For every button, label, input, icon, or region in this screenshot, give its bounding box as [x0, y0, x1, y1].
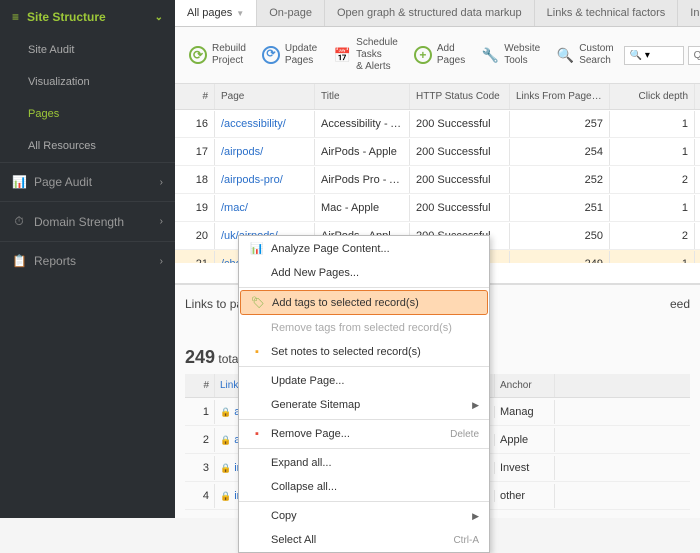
- toolbar: ⟳Rebuild Project ⟳Update Pages 📅Schedule…: [175, 27, 700, 84]
- bottom-panel-extra: eed: [670, 293, 690, 321]
- menu-item-icon: 📊: [249, 242, 265, 255]
- hamburger-icon: ≡: [12, 10, 19, 24]
- submenu-arrow-icon: ▶: [472, 511, 479, 522]
- search-box: [624, 46, 700, 65]
- table-row[interactable]: 17/airpods/AirPods - Apple200 Successful…: [175, 138, 700, 166]
- tabs-bar: All pages▼On-pageOpen graph & structured…: [175, 0, 700, 27]
- context-menu: 📊Analyze Page Content...Add New Pages...…: [238, 235, 490, 553]
- rebuild-icon: ⟳: [189, 46, 207, 64]
- section-icon: 📊: [12, 175, 26, 189]
- menu-item-select-all[interactable]: Select AllCtrl-A: [239, 528, 489, 552]
- tab-on-page[interactable]: On-page: [257, 0, 325, 26]
- table-row[interactable]: 19/mac/Mac - Apple200 Successful2511: [175, 194, 700, 222]
- sidebar-section-domain-strength[interactable]: ⏱Domain Strength›: [0, 201, 175, 241]
- column-header[interactable]: #: [185, 374, 215, 397]
- section-icon: ⏱: [12, 214, 26, 229]
- menu-separator: [239, 287, 489, 288]
- menu-separator: [239, 419, 489, 420]
- page-link[interactable]: /airpods/: [215, 139, 315, 165]
- tab-inlink-rank[interactable]: InLink Rank: [678, 0, 700, 26]
- menu-item-icon: ▪: [249, 346, 265, 358]
- page-link[interactable]: /mac/: [215, 195, 315, 221]
- search-dropdown[interactable]: [624, 46, 684, 65]
- sidebar-item-visualization[interactable]: Visualization: [0, 66, 175, 98]
- chevron-down-icon: ⌄: [155, 12, 163, 23]
- sidebar-header-label: Site Structure: [27, 10, 106, 24]
- search-icon: 🔍: [556, 46, 574, 64]
- quick-filter-input[interactable]: [688, 46, 700, 65]
- sidebar-item-pages[interactable]: Pages: [0, 98, 175, 130]
- chevron-right-icon: ›: [160, 216, 163, 227]
- menu-item-set-notes-to-selected-record-s[interactable]: ▪Set notes to selected record(s): [239, 340, 489, 364]
- column-header[interactable]: Title: [315, 84, 410, 109]
- shortcut-label: Ctrl-A: [453, 535, 479, 546]
- section-icon: 📋: [12, 254, 26, 268]
- menu-item-analyze-page-content[interactable]: 📊Analyze Page Content...: [239, 236, 489, 261]
- website-tools-button[interactable]: 🔧Website Tools: [475, 39, 546, 71]
- menu-separator: [239, 366, 489, 367]
- plus-icon: +: [414, 46, 432, 64]
- menu-item-update-page[interactable]: Update Page...: [239, 369, 489, 393]
- chevron-right-icon: ›: [160, 256, 163, 267]
- page-link[interactable]: /accessibility/: [215, 111, 315, 137]
- sidebar-section-page-audit[interactable]: 📊Page Audit›: [0, 162, 175, 201]
- wrench-icon: 🔧: [481, 46, 499, 64]
- table-row[interactable]: 16/accessibility/Accessibility - Apple20…: [175, 110, 700, 138]
- menu-item-generate-sitemap[interactable]: Generate Sitemap▶: [239, 393, 489, 417]
- menu-item-copy[interactable]: Copy▶: [239, 504, 489, 528]
- sidebar-item-all-resources[interactable]: All Resources: [0, 130, 175, 162]
- chevron-right-icon: ›: [160, 177, 163, 188]
- page-link[interactable]: /airpods-pro/: [215, 167, 315, 193]
- column-header[interactable]: Page: [215, 84, 315, 109]
- sidebar-section-reports[interactable]: 📋Reports›: [0, 241, 175, 280]
- menu-item-expand-all[interactable]: Expand all...: [239, 451, 489, 475]
- column-header[interactable]: Click depth: [610, 84, 695, 109]
- column-header[interactable]: HTTP Status Code: [410, 84, 510, 109]
- shortcut-label: Delete: [450, 429, 479, 440]
- custom-search-button[interactable]: 🔍Custom Search: [550, 39, 619, 71]
- column-header[interactable]: #: [175, 84, 215, 109]
- schedule-tasks-button[interactable]: 📅Schedule Tasks & Alerts: [327, 33, 404, 77]
- lock-icon: 🔒: [220, 463, 231, 473]
- update-pages-button[interactable]: ⟳Update Pages: [256, 39, 323, 71]
- submenu-arrow-icon: ▶: [472, 400, 479, 411]
- tab-open-graph-structured-data-markup[interactable]: Open graph & structured data markup: [325, 0, 535, 26]
- calendar-icon: 📅: [333, 46, 351, 64]
- add-pages-button[interactable]: +Add Pages: [408, 39, 471, 71]
- tab-links-technical-factors[interactable]: Links & technical factors: [535, 0, 679, 26]
- column-header[interactable]: Links From Page ▼: [510, 84, 610, 109]
- lock-icon: 🔒: [220, 435, 231, 445]
- tab-all-pages[interactable]: All pages▼: [175, 0, 257, 26]
- table-row[interactable]: 18/airpods-pro/AirPods Pro - Apple200 Su…: [175, 166, 700, 194]
- sidebar: ≡ Site Structure ⌄ Site AuditVisualizati…: [0, 0, 175, 518]
- menu-item-remove-tags-from-selected-record-s: Remove tags from selected record(s): [239, 316, 489, 340]
- menu-item-add-tags-to-selected-record-s[interactable]: 🏷Add tags to selected record(s): [240, 290, 488, 315]
- column-header[interactable]: Anchor: [495, 374, 555, 397]
- rebuild-project-button[interactable]: ⟳Rebuild Project: [183, 39, 252, 71]
- menu-item-add-new-pages[interactable]: Add New Pages...: [239, 261, 489, 285]
- menu-separator: [239, 448, 489, 449]
- update-icon: ⟳: [262, 46, 280, 64]
- grid-header: #PageTitleHTTP Status CodeLinks From Pag…: [175, 84, 700, 110]
- sidebar-item-site-audit[interactable]: Site Audit: [0, 34, 175, 66]
- dropdown-icon: ▼: [236, 9, 244, 18]
- menu-item-remove-page[interactable]: ▪Remove Page...Delete: [239, 422, 489, 446]
- lock-icon: 🔒: [220, 491, 231, 501]
- menu-item-collapse-all[interactable]: Collapse all...: [239, 475, 489, 499]
- sidebar-header-site-structure[interactable]: ≡ Site Structure ⌄: [0, 0, 175, 34]
- menu-item-icon: ▪: [249, 428, 265, 440]
- menu-separator: [239, 501, 489, 502]
- lock-icon: 🔒: [220, 407, 231, 417]
- menu-item-icon: 🏷: [250, 296, 266, 309]
